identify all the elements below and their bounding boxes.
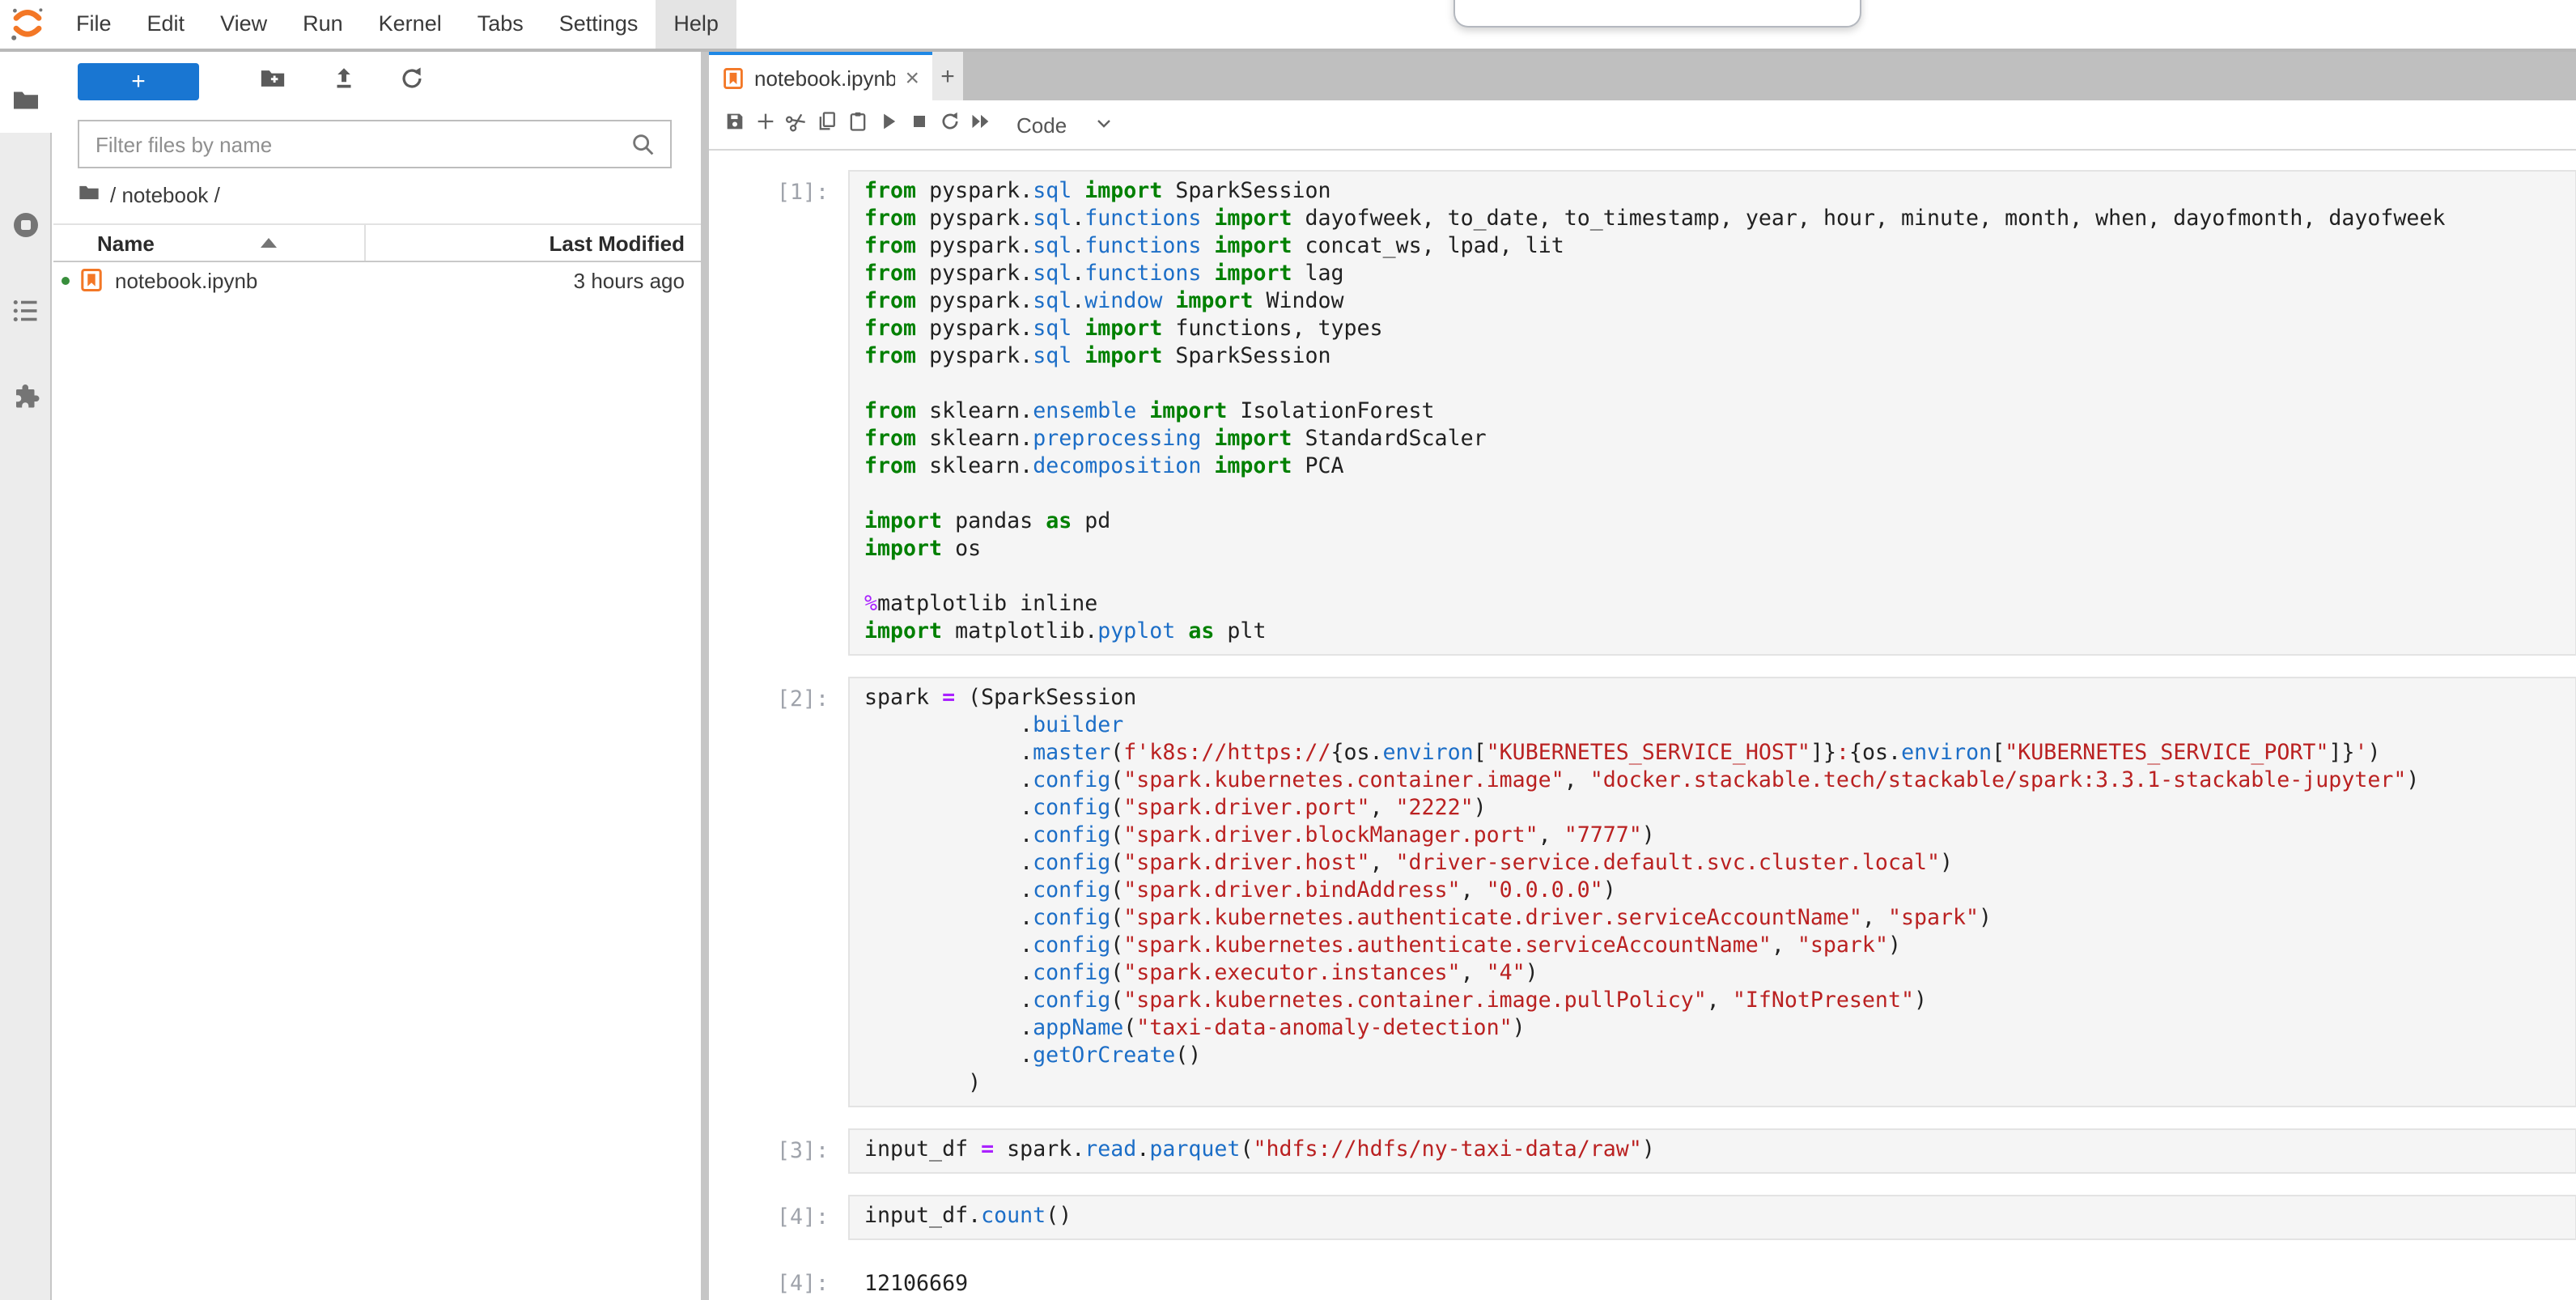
cell-type-dropdown[interactable]: Code	[1016, 113, 1114, 137]
new-tab-button[interactable]: +	[932, 52, 963, 100]
cell-output-row: [4]: 12106669	[709, 1261, 2576, 1298]
tab-notebook[interactable]: notebook.ipynb ×	[709, 52, 932, 100]
cut-cells-button[interactable]	[780, 104, 811, 146]
clipboard-icon	[846, 109, 868, 140]
sidebar-item-extensions[interactable]	[0, 372, 52, 427]
file-list-item[interactable]: notebook.ipynb 3 hours ago	[53, 261, 701, 300]
notebook-cells: [1]: from pyspark.sql import SparkSession…	[709, 151, 2576, 1300]
stop-icon	[907, 109, 930, 140]
folder-icon	[11, 85, 40, 122]
file-name: notebook.ipynb	[115, 268, 257, 292]
sidebar-item-table-of-contents[interactable]	[0, 287, 52, 342]
run-cell-button[interactable]	[872, 104, 903, 146]
home-folder-icon	[78, 181, 110, 208]
play-icon	[876, 109, 899, 140]
scissors-icon	[784, 109, 807, 140]
cell-editor[interactable]: input_df = spark.read.parquet("hdfs://hd…	[848, 1128, 2576, 1174]
input-prompt: [2]:	[709, 677, 829, 714]
kernel-running-dot	[62, 276, 70, 284]
restart-run-all-button[interactable]	[965, 104, 995, 146]
breadcrumb-path: / notebook /	[110, 182, 220, 206]
restart-icon	[938, 109, 961, 140]
file-list-header: Name Last Modified	[53, 223, 701, 262]
column-header-modified[interactable]: Last Modified	[549, 231, 701, 255]
jupyterlab-window: FileEditViewRunKernelTabsSettingsHelp gi…	[0, 0, 2576, 1300]
file-filter-box	[78, 120, 672, 168]
copy-icon	[815, 109, 838, 140]
restart-kernel-button[interactable]	[934, 104, 965, 146]
puzzle-icon	[11, 381, 40, 418]
chevron-down-icon	[1067, 113, 1114, 137]
output-prompt: [4]:	[709, 1261, 829, 1298]
close-tab-icon[interactable]: ×	[895, 66, 919, 90]
refresh-icon	[397, 65, 425, 100]
input-prompt: [3]:	[709, 1128, 829, 1166]
breadcrumb[interactable]: / notebook /	[78, 176, 220, 212]
sort-ascending-icon	[261, 238, 278, 248]
menu-items: FileEditViewRunKernelTabsSettingsHelp	[58, 0, 736, 49]
upload-icon	[329, 65, 357, 100]
notebook-tab-icon	[724, 67, 743, 88]
cell-editor[interactable]: input_df.count()	[848, 1195, 2576, 1240]
jupyter-logo-icon	[8, 5, 47, 44]
menu-item-edit[interactable]: Edit	[129, 0, 203, 49]
menu-item-tabs[interactable]: Tabs	[460, 0, 541, 49]
copy-cells-button[interactable]	[811, 104, 842, 146]
menu-item-help[interactable]: Help	[656, 0, 736, 49]
code-cell: [4]: input_df.count()	[709, 1195, 2576, 1240]
main-dock-panel: notebook.ipynb × +	[709, 52, 2576, 1300]
list-icon	[11, 295, 40, 333]
cell-editor[interactable]: spark = (SparkSession .builder .master(f…	[848, 677, 2576, 1107]
save-icon	[723, 109, 745, 140]
menu-item-settings[interactable]: Settings	[541, 0, 656, 49]
cell-output-text: 12106669	[848, 1261, 2576, 1298]
input-prompt: [4]:	[709, 1195, 829, 1232]
sidebar-item-running-sessions[interactable]	[0, 201, 52, 256]
menu-item-view[interactable]: View	[202, 0, 285, 49]
new-folder-button[interactable]	[251, 62, 293, 104]
save-button[interactable]	[719, 104, 749, 146]
stop-circle-icon	[11, 210, 40, 247]
menu-item-kernel[interactable]: Kernel	[361, 0, 460, 49]
cell-editor[interactable]: from pyspark.sql import SparkSessionfrom…	[848, 170, 2576, 656]
code-cell: [2]: spark = (SparkSession .builder .mast…	[709, 677, 2576, 1107]
cell-type-value: Code	[1016, 113, 1067, 137]
column-header-name[interactable]: Name	[53, 231, 155, 255]
refresh-button[interactable]	[390, 62, 432, 104]
notebook-toolbar: Code	[709, 100, 2576, 151]
new-launcher-button[interactable]: +	[78, 63, 199, 100]
sidebar-item-file-browser[interactable]	[0, 76, 52, 131]
file-modified: 3 hours ago	[574, 268, 701, 292]
column-divider	[365, 225, 367, 261]
code-cell: [3]: input_df = spark.read.parquet("hdfs:…	[709, 1128, 2576, 1174]
menu-bar: FileEditViewRunKernelTabsSettingsHelp	[0, 0, 2576, 52]
file-filter-input[interactable]	[79, 132, 630, 156]
code-cell: [1]: from pyspark.sql import SparkSession…	[709, 170, 2576, 656]
github-popup: github.com	[1454, 0, 1861, 28]
menu-item-run[interactable]: Run	[285, 0, 361, 49]
new-folder-icon	[258, 65, 286, 100]
panel-splitter[interactable]	[701, 52, 709, 1300]
search-icon	[630, 130, 657, 158]
file-browser-panel: + / notebook /	[53, 52, 701, 1300]
activity-bar	[0, 52, 52, 1300]
plus-icon	[753, 109, 776, 140]
menu-item-file[interactable]: File	[58, 0, 129, 49]
input-prompt: [1]:	[709, 170, 829, 207]
fast-forward-icon	[969, 109, 991, 140]
notebook-file-icon	[81, 269, 102, 291]
upload-button[interactable]	[322, 62, 364, 104]
tab-bar: notebook.ipynb × +	[709, 52, 2576, 100]
insert-cell-button[interactable]	[749, 104, 780, 146]
interrupt-kernel-button[interactable]	[903, 104, 934, 146]
tab-label: notebook.ipynb	[754, 66, 895, 90]
paste-cells-button[interactable]	[842, 104, 872, 146]
